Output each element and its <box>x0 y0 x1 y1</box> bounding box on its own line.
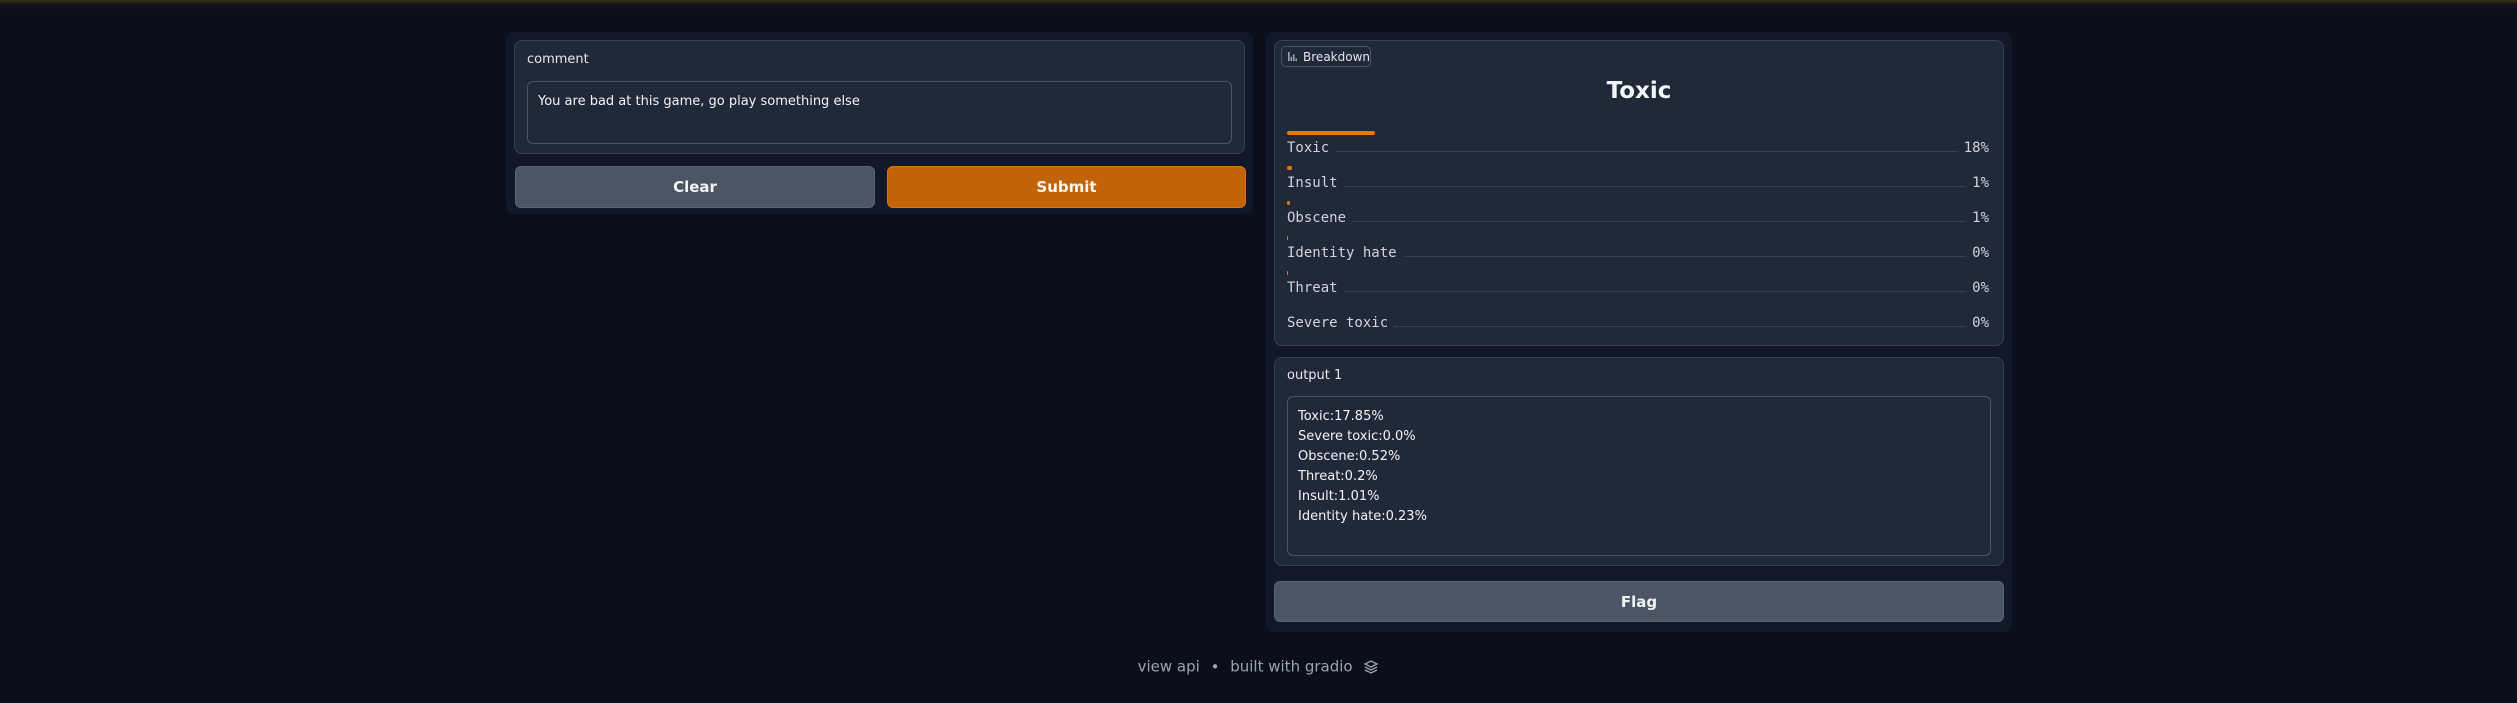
breakdown-block: Breakdown Toxic Toxic 18% Insult 1% Obscene 1… <box>1274 40 2004 346</box>
confidence-row: Identity hate 0% <box>1287 236 1989 266</box>
output-line: Insult:1.01% <box>1298 489 1380 504</box>
confidence-value: 1% <box>1966 210 1989 226</box>
output-panel: Breakdown Toxic Toxic 18% Insult 1% Obscene 1… <box>1266 32 2012 632</box>
confidence-value: 0% <box>1966 245 1989 261</box>
bar-chart-icon <box>1288 51 1298 62</box>
comment-textbox[interactable]: You are bad at this game, go play someth… <box>527 81 1232 144</box>
output-line: Identity hate:0.23% <box>1298 509 1427 524</box>
comment-block: comment You are bad at this game, go pla… <box>514 40 1245 154</box>
confidence-label: Identity hate <box>1287 245 1403 261</box>
output-textbox[interactable]: Toxic:17.85% Severe toxic:0.0% Obscene:0… <box>1287 396 1991 556</box>
confidence-label: Obscene <box>1287 210 1353 226</box>
output-line: Threat:0.2% <box>1298 469 1378 484</box>
breakdown-title: Toxic <box>1606 78 1672 104</box>
confidence-bar <box>1287 166 1292 170</box>
view-api-link[interactable]: view api <box>1138 658 1200 676</box>
confidence-value: 18% <box>1957 140 1989 156</box>
breakdown-tab-label: Breakdown <box>1303 49 1370 64</box>
breakdown-tab[interactable]: Breakdown <box>1281 46 1371 67</box>
clear-button[interactable]: Clear <box>515 166 875 208</box>
confidence-label: Toxic <box>1287 140 1336 156</box>
output-block: output 1 Toxic:17.85% Severe toxic:0.0% … <box>1274 357 2004 566</box>
confidence-row: Toxic 18% <box>1287 131 1989 161</box>
comment-label: comment <box>527 52 589 67</box>
footer: view api • built with gradio <box>0 657 2517 676</box>
footer-separator: • <box>1210 657 1220 676</box>
row-leader-dots <box>1287 291 1989 292</box>
confidence-value: 0% <box>1966 280 1989 296</box>
confidence-bar <box>1287 236 1288 240</box>
confidence-label: Threat <box>1287 280 1344 296</box>
submit-button[interactable]: Submit <box>887 166 1246 208</box>
confidence-row: Severe toxic 0% <box>1287 306 1989 336</box>
confidence-row: Obscene 1% <box>1287 201 1989 231</box>
confidence-label: Severe toxic <box>1287 315 1395 331</box>
top-accent-line <box>0 0 2517 10</box>
output-line: Severe toxic:0.0% <box>1298 429 1416 444</box>
gradio-logo-icon <box>1363 659 1379 674</box>
row-leader-dots <box>1287 151 1989 152</box>
confidence-bar <box>1287 131 1375 135</box>
comment-text: You are bad at this game, go play someth… <box>538 94 860 109</box>
confidence-row: Insult 1% <box>1287 166 1989 196</box>
flag-button[interactable]: Flag <box>1274 581 2004 622</box>
confidence-row: Threat 0% <box>1287 271 1989 301</box>
row-leader-dots <box>1287 221 1989 222</box>
built-with-gradio-link[interactable]: built with gradio <box>1230 658 1352 676</box>
output-label: output 1 <box>1287 368 1343 383</box>
confidence-bar <box>1287 271 1288 275</box>
confidence-bar <box>1287 201 1290 205</box>
confidence-value: 0% <box>1966 315 1989 331</box>
confidence-value: 1% <box>1966 175 1989 191</box>
row-leader-dots <box>1287 186 1989 187</box>
confidence-label: Insult <box>1287 175 1344 191</box>
output-line: Obscene:0.52% <box>1298 449 1401 464</box>
output-line: Toxic:17.85% <box>1298 409 1384 424</box>
input-panel: comment You are bad at this game, go pla… <box>506 32 1253 214</box>
